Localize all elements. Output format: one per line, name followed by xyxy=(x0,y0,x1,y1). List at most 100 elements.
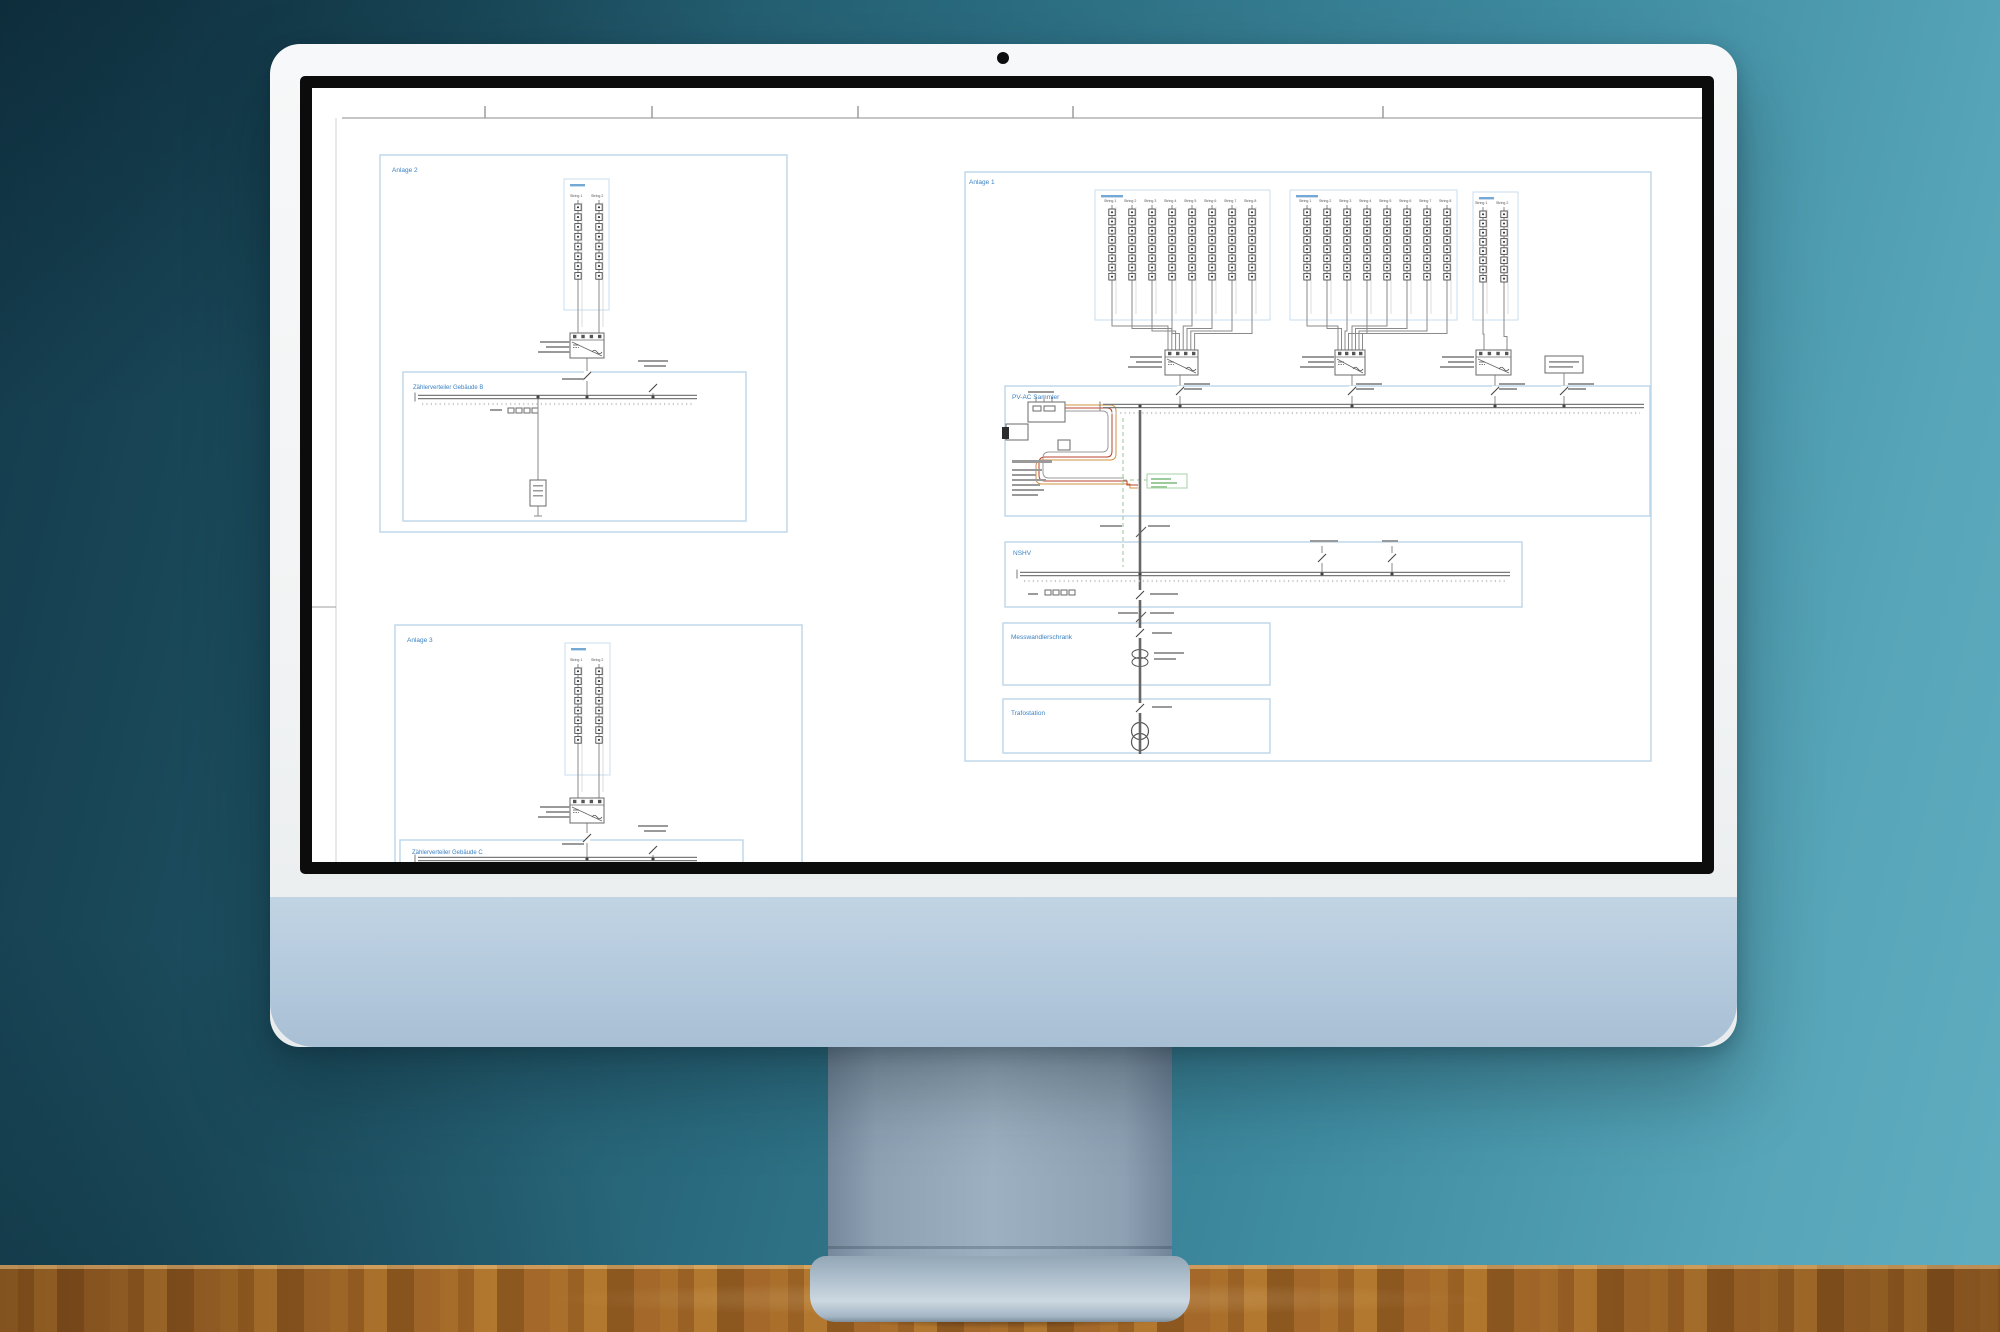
junction-dot xyxy=(585,395,588,398)
pv-string: String 2 xyxy=(591,658,603,798)
pv-string: String 1 xyxy=(570,194,582,333)
junction-dot xyxy=(1390,572,1393,575)
micro-text xyxy=(540,806,570,808)
trafostation-section[interactable]: Trafostation xyxy=(1003,699,1270,753)
pv-string: String 4 xyxy=(1359,199,1371,320)
micro-text xyxy=(538,816,570,818)
anlage2-strings[interactable]: String 1 String 2 xyxy=(570,194,603,333)
pv-string: String 2 xyxy=(1496,201,1508,320)
anlage-3-label: Anlage 3 xyxy=(407,637,433,644)
micro-text xyxy=(1154,652,1184,654)
string-label: String 8 xyxy=(1439,199,1451,203)
pv-ac-sammler[interactable]: PV-AC Sammler xyxy=(1002,386,1650,567)
pv-string: String 5 xyxy=(1184,199,1196,320)
messwandlerschrank-section[interactable]: Messwandlerschrank xyxy=(1003,623,1270,685)
anlage1-group1-strings[interactable]: String 1String 2String 3String 4String 5… xyxy=(1104,199,1256,350)
micro-text xyxy=(546,346,570,348)
breaker-icon xyxy=(1388,553,1396,563)
string-label: String 2 xyxy=(1496,201,1508,205)
breaker-icon xyxy=(1136,628,1144,638)
micro-text xyxy=(1568,383,1594,385)
string-label: String 2 xyxy=(1124,199,1136,203)
string-label: String 3 xyxy=(1339,199,1351,203)
breaker-icon xyxy=(649,845,657,855)
string-label: String 4 xyxy=(1164,199,1176,203)
micro-text xyxy=(1499,383,1525,385)
junction-dot xyxy=(585,857,588,860)
micro-text xyxy=(546,811,570,813)
monitor-stand-neck xyxy=(828,1040,1172,1272)
nshv-label: NSHV xyxy=(1013,550,1032,557)
datalogger-box[interactable] xyxy=(1545,356,1583,406)
nshv-section[interactable]: NSHV xyxy=(1005,542,1522,607)
micro-text xyxy=(638,360,668,362)
string-label: String 6 xyxy=(1204,199,1216,203)
string-label: String 1 xyxy=(1475,201,1487,205)
inverter[interactable] xyxy=(1165,350,1198,375)
string-label: String 2 xyxy=(591,658,603,662)
micro-text xyxy=(644,365,666,367)
micro-text xyxy=(1100,525,1122,527)
breaker-icon xyxy=(1136,703,1144,713)
breaker-icon xyxy=(1491,386,1499,396)
junction-dot xyxy=(651,395,654,398)
micro-text-green xyxy=(1151,478,1171,480)
micro-text xyxy=(1300,366,1334,368)
micro-text xyxy=(562,378,584,380)
inverter[interactable] xyxy=(570,333,604,358)
micro-text-blue xyxy=(571,648,586,650)
micro-text xyxy=(1184,383,1210,385)
micro-text xyxy=(1012,469,1042,471)
micro-text xyxy=(1184,388,1202,390)
micro-text xyxy=(1012,460,1052,463)
micro-text xyxy=(540,341,570,343)
anlage-2-label: Anlage 2 xyxy=(392,167,418,174)
anlage-1-string-box-2[interactable] xyxy=(1290,190,1457,320)
busbar xyxy=(1100,402,1644,414)
anlage1-group3-strings[interactable]: String 1 String 2 xyxy=(1475,201,1508,350)
trafostation-label: Trafostation xyxy=(1011,710,1045,717)
green-measure-link xyxy=(1123,418,1187,567)
string-label: String 6 xyxy=(1399,199,1411,203)
string-label: String 1 xyxy=(570,658,582,662)
inverter[interactable] xyxy=(570,798,604,823)
micro-text xyxy=(1442,356,1474,358)
sheet-frame xyxy=(312,118,1702,862)
micro-text xyxy=(1308,361,1334,363)
micro-text xyxy=(533,490,543,492)
micro-text xyxy=(1128,366,1162,368)
anlage1-group2-strings[interactable]: String 1String 2String 3String 4String 5… xyxy=(1299,199,1451,350)
micro-text xyxy=(562,843,584,845)
pv-string: String 2 xyxy=(591,194,603,333)
micro-text xyxy=(1310,540,1338,542)
micro-text xyxy=(1012,494,1038,496)
inverter[interactable] xyxy=(1476,350,1511,375)
micro-text xyxy=(490,409,502,411)
micro-text-green xyxy=(1151,482,1177,484)
junction-dot xyxy=(1562,404,1565,407)
monitor-chin xyxy=(270,897,1737,1047)
micro-text xyxy=(1549,366,1573,368)
zaehlerverteiler-gebaeude-b[interactable]: Zählerverteiler Gebäude B xyxy=(403,372,746,521)
anlage-1-string-box-1[interactable] xyxy=(1095,190,1270,320)
pv-string: String 6 xyxy=(1204,199,1216,320)
string-label: String 2 xyxy=(1319,199,1331,203)
inverter[interactable] xyxy=(1335,350,1365,375)
micro-text xyxy=(538,351,570,353)
schematic-canvas[interactable]: Anlage 2 Zählerverteiler Gebäude B Anlag… xyxy=(312,88,1702,862)
webcam-icon xyxy=(997,52,1009,64)
monitor-stand-foot xyxy=(810,1256,1190,1322)
anlage3-strings[interactable]: String 1 String 2 xyxy=(570,658,603,798)
junction-dot xyxy=(536,395,539,398)
breaker-icon xyxy=(1176,386,1184,396)
junction-dot xyxy=(1138,404,1141,407)
micro-text xyxy=(1028,391,1054,393)
string-label: String 7 xyxy=(1224,199,1236,203)
micro-text xyxy=(1499,388,1517,390)
schematic-page[interactable]: Anlage 2 Zählerverteiler Gebäude B Anlag… xyxy=(312,88,1702,862)
micro-text-blue xyxy=(1479,197,1494,199)
string-label: String 7 xyxy=(1419,199,1431,203)
micro-text xyxy=(1152,632,1172,634)
string-label: String 3 xyxy=(1144,199,1156,203)
micro-text xyxy=(1440,366,1474,368)
